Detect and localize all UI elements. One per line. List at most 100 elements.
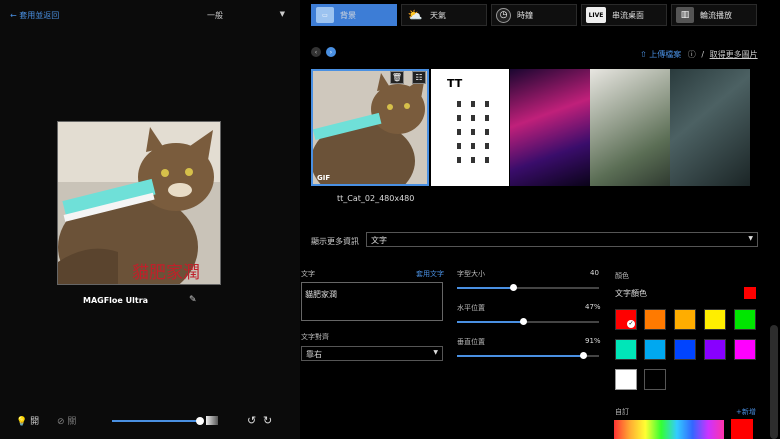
device-panel: ← 套用並返回 一般 ▼ 貓肥家潤 MAGFloe Ultra ✎ 💡 開 ⊘ … — [0, 0, 300, 439]
check-icon: ✓ — [627, 320, 635, 328]
tab-label: 背景 — [340, 10, 356, 20]
mode-value: 一般 — [207, 11, 223, 20]
font-size-slider-knob[interactable] — [510, 284, 517, 291]
tab-clock[interactable]: ◷ 時鐘 — [491, 4, 577, 26]
current-color-swatch[interactable] — [744, 287, 756, 299]
prev-page-button[interactable]: ‹ — [311, 47, 321, 57]
bulb-icon: 💡 — [16, 417, 28, 427]
swatch-amber[interactable] — [674, 309, 696, 330]
swatch-magenta[interactable] — [734, 339, 756, 360]
upload-link[interactable]: 上傳檔案 — [649, 50, 681, 59]
h-position-slider-knob[interactable] — [520, 318, 527, 325]
delete-icon[interactable]: 🗑 — [390, 71, 404, 84]
rotate-right-icon[interactable]: ↻ — [263, 414, 272, 427]
info-icon[interactable]: ⓘ — [688, 50, 696, 59]
info-label: 顯示更多資訊 — [311, 237, 359, 246]
swatch-purple[interactable] — [704, 339, 726, 360]
tab-live[interactable]: LIVE 串流桌面 — [581, 4, 667, 26]
swatch-red[interactable]: ✓ — [615, 309, 637, 330]
thumbnail-neon[interactable] — [510, 69, 590, 186]
text-color-label: 文字顏色 — [615, 289, 647, 298]
tab-background[interactable]: ▭ 背景 — [311, 4, 397, 26]
apply-text-button[interactable]: 套用文字 — [416, 269, 444, 279]
info-select-value: 文字 — [371, 236, 387, 245]
chevron-down-icon: ▼ — [279, 10, 285, 18]
next-page-button[interactable]: › — [326, 47, 336, 57]
slideshow-icon: ▥ — [676, 7, 694, 23]
swatch-sky[interactable] — [644, 339, 666, 360]
thumbnail-room[interactable] — [670, 69, 750, 186]
tab-label: 串流桌面 — [612, 10, 644, 20]
align-label: 文字對齊 — [301, 333, 329, 341]
weather-icon: ⛅ — [407, 8, 423, 22]
selected-file-name: tt_Cat_02_480x480 — [337, 194, 415, 203]
thumbnail-cat[interactable] — [311, 69, 429, 186]
color-picker-gradient[interactable] — [614, 420, 724, 439]
h-position-label: 水平位置 — [457, 304, 485, 312]
mode-dropdown[interactable]: 一般 ▼ — [207, 10, 285, 21]
text-input[interactable]: 貓肥家潤 — [301, 282, 443, 321]
thumbnail-panel[interactable]: TT — [431, 69, 509, 186]
live-icon: LIVE — [586, 7, 606, 23]
panel-grid-image — [457, 101, 489, 163]
chevron-down-icon: ▼ — [748, 235, 753, 242]
device-name: MAGFloe Ultra — [83, 296, 149, 305]
clock-icon: ◷ — [496, 7, 511, 23]
text-input-value: 貓肥家潤 — [305, 290, 337, 299]
text-label: 文字 — [301, 270, 315, 278]
h-position-value: 47% — [585, 303, 601, 311]
back-label: 套用並返回 — [19, 11, 60, 20]
overlay-text: 貓肥家潤 — [132, 263, 200, 283]
chevron-down-icon: ▼ — [433, 349, 438, 356]
cat-thumbnail-image — [313, 71, 427, 184]
h-position-slider-fill — [457, 321, 524, 323]
light-off-label: 關 — [67, 417, 77, 427]
custom-color-label: 自訂 — [615, 408, 629, 416]
tab-label: 時鐘 — [517, 10, 533, 20]
add-color-button[interactable]: +新增 — [736, 407, 756, 417]
info-select[interactable]: 文字 ▼ — [366, 232, 758, 247]
swatch-white[interactable] — [615, 369, 637, 390]
tt-logo: TT — [447, 77, 463, 90]
v-position-slider-knob[interactable] — [580, 352, 587, 359]
tab-weather[interactable]: ⛅ 天氣 — [401, 4, 487, 26]
align-select-value: 靠右 — [306, 350, 322, 359]
color-label: 顏色 — [615, 272, 629, 280]
gif-tag: GIF — [317, 174, 331, 182]
light-label: 開 — [30, 417, 40, 427]
bulb-off-icon: ⊘ — [57, 417, 65, 427]
light-off-button[interactable]: ⊘ 關 — [57, 414, 76, 427]
back-button[interactable]: ← 套用並返回 — [10, 10, 59, 21]
add-color-label: 新增 — [741, 408, 756, 416]
gallery-links: ⇧ 上傳檔案 ⓘ / 取得更多圖片 — [640, 50, 758, 59]
custom-color-swatch[interactable] — [731, 419, 753, 439]
brightness-slider[interactable] — [112, 420, 200, 422]
v-position-label: 垂直位置 — [457, 338, 485, 346]
lcd-preview: 貓肥家潤 — [57, 121, 221, 285]
font-size-slider-fill — [457, 287, 514, 289]
tab-label: 輪流播放 — [700, 10, 732, 20]
tab-label: 天氣 — [430, 10, 446, 20]
upload-icon: ⇧ — [640, 50, 647, 59]
light-on-button[interactable]: 💡 開 — [16, 414, 39, 427]
swatch-yellow[interactable] — [704, 309, 726, 330]
v-position-slider-fill — [457, 355, 585, 357]
adjust-icon[interactable]: ☷ — [412, 71, 426, 84]
edit-icon[interactable]: ✎ — [189, 295, 197, 305]
scrollbar[interactable] — [770, 325, 778, 439]
tab-slideshow[interactable]: ▥ 輪流播放 — [671, 4, 757, 26]
font-size-value: 40 — [590, 269, 599, 277]
align-select[interactable]: 靠右 ▼ — [301, 346, 443, 361]
swatch-orange[interactable] — [644, 309, 666, 330]
swatch-blue[interactable] — [674, 339, 696, 360]
background-icon: ▭ — [316, 7, 334, 23]
thumbnail-ruins[interactable] — [590, 69, 670, 186]
get-more-images-link[interactable]: 取得更多圖片 — [710, 50, 758, 59]
swatch-green[interactable] — [734, 309, 756, 330]
swatch-black[interactable] — [644, 369, 666, 390]
rotate-left-icon[interactable]: ↺ — [247, 414, 256, 427]
brightness-gradient-icon — [206, 416, 218, 425]
brightness-slider-knob[interactable] — [196, 417, 204, 425]
swatch-teal[interactable] — [615, 339, 637, 360]
font-size-label: 字型大小 — [457, 270, 485, 278]
